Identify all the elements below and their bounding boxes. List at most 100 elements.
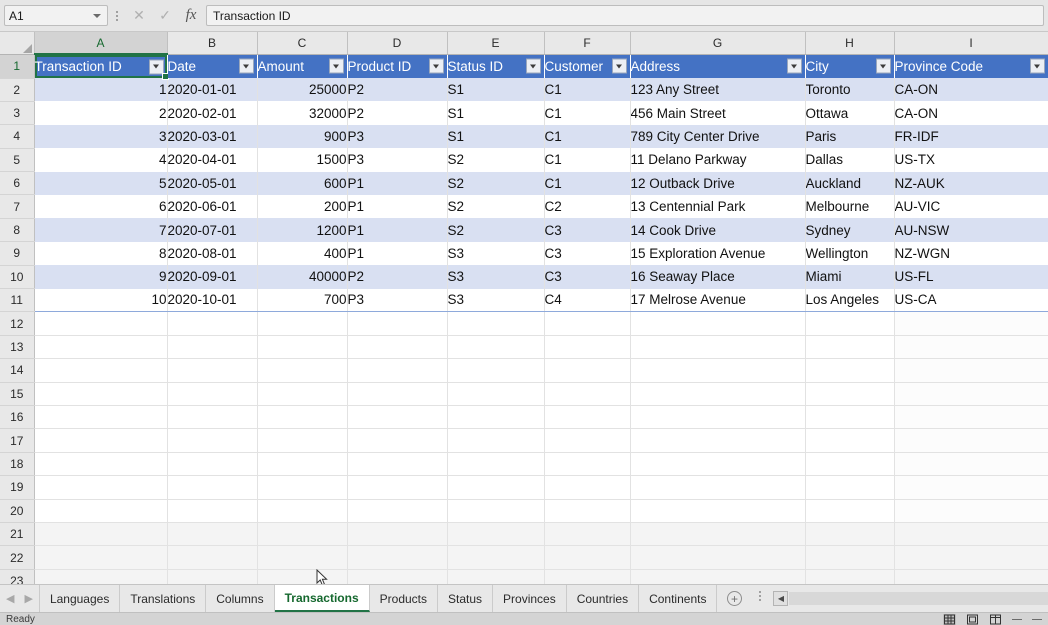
row-header-18[interactable]: 18 — [0, 452, 35, 477]
empty-cell[interactable] — [347, 569, 448, 584]
table-cell[interactable]: 12 Outback Drive — [630, 171, 806, 195]
fx-icon[interactable]: fx — [178, 4, 204, 28]
empty-cell[interactable] — [167, 382, 258, 406]
row-header-23[interactable]: 23 — [0, 569, 35, 584]
empty-row[interactable]: 17 — [0, 428, 1048, 453]
empty-row[interactable]: 19 — [0, 475, 1048, 500]
empty-cell[interactable] — [544, 452, 631, 477]
close-icon[interactable]: ✕ — [126, 4, 152, 28]
empty-cell[interactable] — [544, 405, 631, 430]
table-cell[interactable]: 15 Exploration Avenue — [630, 241, 806, 266]
empty-cell[interactable] — [805, 452, 895, 477]
table-cell[interactable]: 4 — [34, 148, 168, 172]
empty-row[interactable]: 22 — [0, 545, 1048, 570]
table-row[interactable]: 7 6 2020-06-01 200 P1 S2 C2 13 Centennial Park M… — [0, 194, 1048, 219]
filter-dropdown-icon[interactable] — [238, 58, 254, 74]
table-cell[interactable]: 2020-06-01 — [167, 194, 258, 219]
empty-cell[interactable] — [630, 475, 806, 500]
empty-cell[interactable] — [544, 545, 631, 570]
column-header-a[interactable]: A — [34, 32, 168, 55]
row-header-5[interactable]: 5 — [0, 148, 35, 173]
row-header-9[interactable]: 9 — [0, 241, 35, 266]
row-header-16[interactable]: 16 — [0, 405, 35, 430]
empty-cell[interactable] — [805, 499, 895, 523]
empty-cell[interactable] — [34, 428, 168, 453]
table-cell[interactable]: 14 Cook Drive — [630, 218, 806, 242]
empty-cell[interactable] — [894, 335, 1048, 360]
table-header-cell-province-code[interactable]: Province Code — [894, 54, 1048, 78]
chevron-down-icon[interactable] — [93, 13, 101, 18]
empty-cell[interactable] — [544, 358, 631, 383]
table-cell[interactable]: S1 — [447, 101, 545, 125]
chevron-right-icon[interactable]: ▶ — [24, 592, 32, 605]
empty-cell[interactable] — [167, 452, 258, 477]
filter-dropdown-icon[interactable] — [875, 58, 891, 74]
empty-cell[interactable] — [347, 499, 448, 523]
empty-cell[interactable] — [544, 428, 631, 453]
empty-cell[interactable] — [630, 428, 806, 453]
table-cell[interactable]: NZ-WGN — [894, 241, 1048, 266]
empty-cell[interactable] — [447, 545, 545, 570]
row-header-15[interactable]: 15 — [0, 382, 35, 406]
table-header-cell-status-id[interactable]: Status ID — [447, 54, 545, 78]
empty-cell[interactable] — [257, 522, 348, 547]
empty-cell[interactable] — [257, 335, 348, 360]
row-header-22[interactable]: 22 — [0, 545, 35, 570]
table-cell[interactable]: S3 — [447, 265, 545, 289]
row-header-10[interactable]: 10 — [0, 265, 35, 290]
table-cell[interactable]: P2 — [347, 265, 448, 289]
table-cell[interactable]: 1200 — [257, 218, 348, 242]
empty-cell[interactable] — [894, 405, 1048, 430]
table-cell[interactable]: 2020-03-01 — [167, 124, 258, 149]
empty-cell[interactable] — [34, 358, 168, 383]
table-cell[interactable]: P3 — [347, 148, 448, 172]
table-cell[interactable]: 5 — [34, 171, 168, 195]
table-cell[interactable]: CA-ON — [894, 78, 1048, 102]
select-all-corner[interactable] — [0, 32, 35, 55]
table-cell[interactable]: S2 — [447, 148, 545, 172]
empty-row[interactable]: 13 — [0, 335, 1048, 360]
sheet-tab-products[interactable]: Products — [370, 585, 438, 612]
table-cell[interactable]: NZ-AUK — [894, 171, 1048, 195]
filter-dropdown-icon[interactable] — [1029, 58, 1045, 74]
table-cell[interactable]: 3 — [34, 124, 168, 149]
empty-cell[interactable] — [894, 499, 1048, 523]
table-cell[interactable]: Melbourne — [805, 194, 895, 219]
empty-cell[interactable] — [167, 475, 258, 500]
empty-row[interactable]: 23 — [0, 569, 1048, 584]
table-cell[interactable]: 25000 — [257, 78, 348, 102]
empty-cell[interactable] — [34, 311, 168, 336]
filter-dropdown-icon[interactable] — [525, 58, 541, 74]
empty-cell[interactable] — [34, 475, 168, 500]
table-row[interactable]: 8 7 2020-07-01 1200 P1 S2 C3 14 Cook Drive Sydne… — [0, 218, 1048, 243]
empty-cell[interactable] — [805, 545, 895, 570]
table-cell[interactable]: Wellington — [805, 241, 895, 266]
table-cell[interactable]: 2020-07-01 — [167, 218, 258, 242]
empty-cell[interactable] — [894, 475, 1048, 500]
empty-cell[interactable] — [894, 452, 1048, 477]
table-header-cell-customer[interactable]: Customer — [544, 54, 631, 78]
empty-cell[interactable] — [257, 499, 348, 523]
row-header-12[interactable]: 12 — [0, 311, 35, 336]
table-cell[interactable]: 10 — [34, 288, 168, 313]
empty-cell[interactable] — [34, 545, 168, 570]
empty-cell[interactable] — [347, 311, 448, 336]
empty-cell[interactable] — [894, 428, 1048, 453]
empty-cell[interactable] — [805, 405, 895, 430]
table-cell[interactable]: AU-NSW — [894, 218, 1048, 242]
empty-cell[interactable] — [447, 452, 545, 477]
empty-cell[interactable] — [257, 545, 348, 570]
empty-cell[interactable] — [894, 545, 1048, 570]
sheet-nav-arrows[interactable]: ◀ ▶ — [0, 585, 40, 612]
table-row[interactable]: 9 8 2020-08-01 400 P1 S3 C3 15 Exploration Aven… — [0, 241, 1048, 266]
empty-cell[interactable] — [447, 382, 545, 406]
table-cell[interactable]: 8 — [34, 241, 168, 266]
table-cell[interactable]: 2020-04-01 — [167, 148, 258, 172]
table-cell[interactable]: 40000 — [257, 265, 348, 289]
chevron-left-icon[interactable]: ◀ — [6, 592, 14, 605]
empty-cell[interactable] — [34, 335, 168, 360]
table-cell[interactable]: P2 — [347, 78, 448, 102]
table-cell[interactable]: P3 — [347, 124, 448, 149]
table-cell[interactable]: P1 — [347, 194, 448, 219]
empty-cell[interactable] — [894, 311, 1048, 336]
